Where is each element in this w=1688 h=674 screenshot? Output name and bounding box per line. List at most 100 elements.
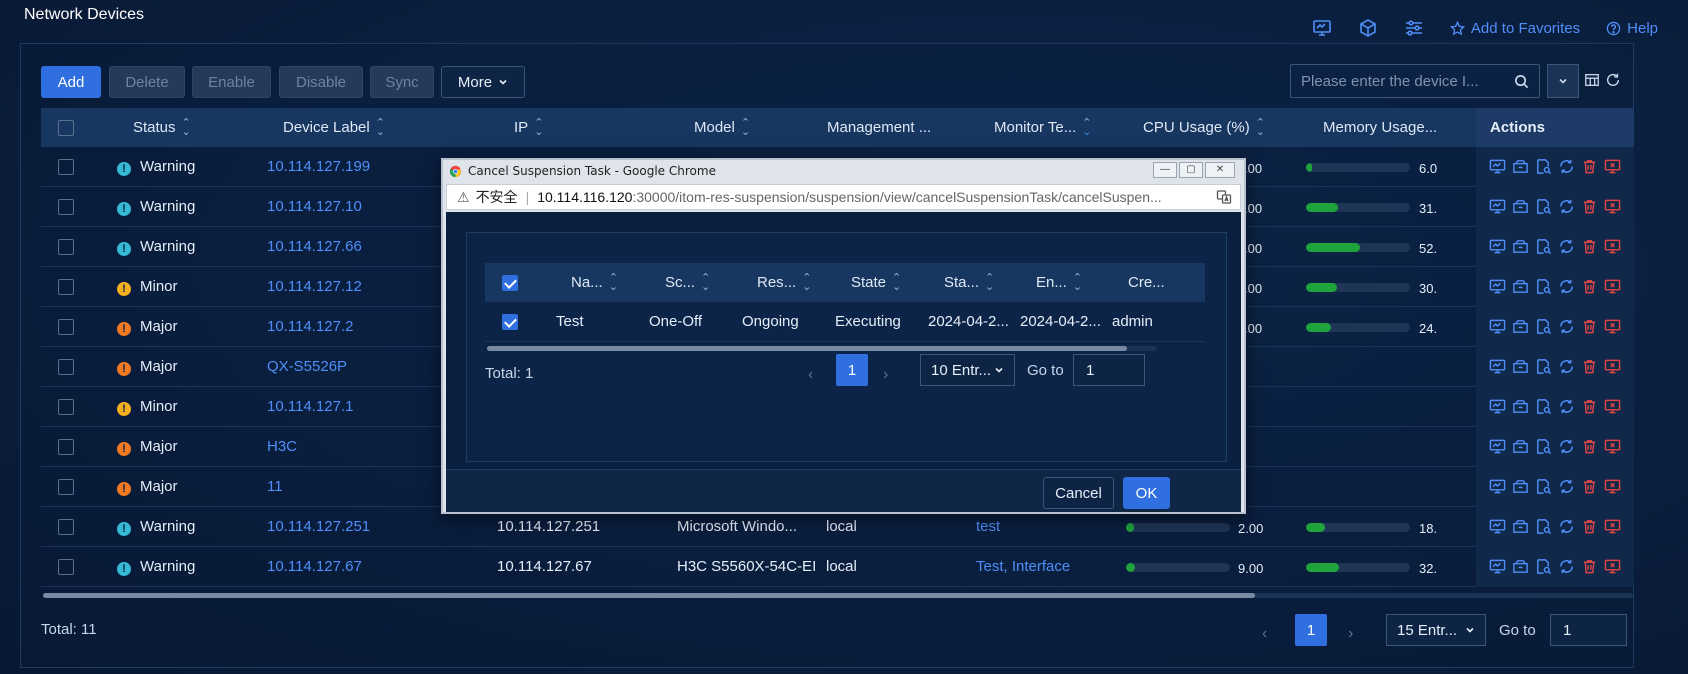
prev-page-icon[interactable]: ‹ xyxy=(808,366,813,384)
inspect-icon[interactable] xyxy=(1535,318,1553,336)
column-start[interactable]: Sta... ⌃ ⌄ xyxy=(944,263,994,302)
page-number-current[interactable]: 1 xyxy=(1295,614,1327,646)
suspend-monitor-icon[interactable] xyxy=(1604,358,1622,376)
search-input[interactable] xyxy=(1301,72,1501,90)
device-label-link[interactable]: 10.114.127.67 xyxy=(267,547,362,587)
suspend-monitor-icon[interactable] xyxy=(1604,398,1622,416)
add-to-favorites-link[interactable]: Add to Favorites xyxy=(1449,20,1580,37)
maximize-button[interactable]: ▢ xyxy=(1179,162,1203,178)
dashboard-icon[interactable] xyxy=(1489,238,1507,256)
delete-icon[interactable] xyxy=(1581,558,1599,576)
delete-icon[interactable] xyxy=(1581,278,1599,296)
column-monitor[interactable]: Monitor Te... ⌃ ⌄ xyxy=(994,108,1091,147)
sync-button[interactable]: Sync xyxy=(370,66,434,98)
inspect-icon[interactable] xyxy=(1535,478,1553,496)
goto-page-input[interactable]: 1 xyxy=(1550,614,1627,646)
device-label-link[interactable]: 10.114.127.2 xyxy=(267,307,353,347)
address-bar[interactable]: ⚠ 不安全 | 10.114.116.120:30000/itom-res-su… xyxy=(446,184,1241,210)
search-options-dropdown[interactable] xyxy=(1547,64,1579,98)
sync-icon[interactable] xyxy=(1558,238,1576,256)
row-checkbox[interactable] xyxy=(58,239,74,255)
device-label-link[interactable]: H3C xyxy=(267,427,297,467)
column-ip[interactable]: IP ⌃ ⌄ xyxy=(514,108,543,147)
inspect-icon[interactable] xyxy=(1535,158,1553,176)
more-button[interactable]: More xyxy=(441,66,525,98)
device-label-link[interactable]: 10.114.127.66 xyxy=(267,227,362,267)
dashboard-icon[interactable] xyxy=(1489,438,1507,456)
dashboard-icon[interactable] xyxy=(1489,518,1507,536)
sync-icon[interactable] xyxy=(1558,438,1576,456)
dashboard-icon[interactable] xyxy=(1489,558,1507,576)
sync-icon[interactable] xyxy=(1558,398,1576,416)
device-label-link[interactable]: QX-S5526P xyxy=(267,347,347,387)
dashboard-icon[interactable] xyxy=(1489,478,1507,496)
column-end[interactable]: En... ⌃ ⌄ xyxy=(1036,263,1082,302)
sync-icon[interactable] xyxy=(1558,518,1576,536)
inspect-icon[interactable] xyxy=(1535,398,1553,416)
filter-settings-icon[interactable] xyxy=(1404,18,1424,38)
disable-button[interactable]: Disable xyxy=(279,66,363,98)
table-scrollbar-thumb[interactable] xyxy=(43,593,1255,598)
delete-icon[interactable] xyxy=(1581,358,1599,376)
inspect-icon[interactable] xyxy=(1535,238,1553,256)
select-all-tasks-checkbox[interactable] xyxy=(502,275,518,291)
monitor-template-link[interactable]: Test, Interface xyxy=(976,547,1070,587)
sync-icon[interactable] xyxy=(1558,558,1576,576)
row-checkbox[interactable] xyxy=(58,359,74,375)
select-all-checkbox[interactable] xyxy=(58,120,74,136)
device-label-link[interactable]: 10.114.127.251 xyxy=(267,507,370,547)
device-label-link[interactable]: 10.114.127.10 xyxy=(267,187,362,227)
row-checkbox[interactable] xyxy=(58,319,74,335)
row-checkbox[interactable] xyxy=(58,159,74,175)
column-memory-usage[interactable]: Memory Usage... xyxy=(1323,108,1437,147)
delete-icon[interactable] xyxy=(1581,158,1599,176)
task-row-checkbox[interactable] xyxy=(502,314,518,330)
page-size-select[interactable]: 15 Entr... xyxy=(1386,614,1486,646)
delete-icon[interactable] xyxy=(1581,198,1599,216)
sync-icon[interactable] xyxy=(1558,278,1576,296)
suspend-monitor-icon[interactable] xyxy=(1604,318,1622,336)
dashboard-icon[interactable] xyxy=(1489,198,1507,216)
add-button[interactable]: Add xyxy=(41,66,101,98)
row-checkbox[interactable] xyxy=(58,199,74,215)
dashboard-icon[interactable] xyxy=(1489,318,1507,336)
inspect-icon[interactable] xyxy=(1535,558,1553,576)
dashboard-icon[interactable] xyxy=(1489,278,1507,296)
minimize-button[interactable]: — xyxy=(1153,162,1177,178)
inventory-icon[interactable] xyxy=(1512,358,1530,376)
dashboard-icon[interactable] xyxy=(1489,158,1507,176)
close-window-button[interactable]: ✕ xyxy=(1205,162,1235,178)
device-label-link[interactable]: 10.114.127.1 xyxy=(267,387,353,427)
inventory-icon[interactable] xyxy=(1512,478,1530,496)
next-page-icon[interactable]: › xyxy=(883,366,888,384)
delete-icon[interactable] xyxy=(1581,238,1599,256)
sync-icon[interactable] xyxy=(1558,158,1576,176)
column-state[interactable]: State ⌃ ⌄ xyxy=(851,263,901,302)
next-page-icon[interactable]: › xyxy=(1348,625,1353,643)
dashboard-icon[interactable] xyxy=(1489,358,1507,376)
delete-icon[interactable] xyxy=(1581,438,1599,456)
inventory-icon[interactable] xyxy=(1512,318,1530,336)
row-checkbox[interactable] xyxy=(58,439,74,455)
inspect-icon[interactable] xyxy=(1535,358,1553,376)
row-checkbox[interactable] xyxy=(58,519,74,535)
device-label-link[interactable]: 11 xyxy=(267,467,283,507)
inventory-icon[interactable] xyxy=(1512,558,1530,576)
inventory-icon[interactable] xyxy=(1512,398,1530,416)
task-name-link[interactable]: Test xyxy=(556,302,584,341)
sync-icon[interactable] xyxy=(1558,478,1576,496)
inspect-icon[interactable] xyxy=(1535,278,1553,296)
prev-page-icon[interactable]: ‹ xyxy=(1262,625,1267,643)
inspect-icon[interactable] xyxy=(1535,438,1553,456)
delete-button[interactable]: Delete xyxy=(109,66,185,98)
inventory-icon[interactable] xyxy=(1512,158,1530,176)
enable-button[interactable]: Enable xyxy=(192,66,271,98)
delete-icon[interactable] xyxy=(1581,478,1599,496)
inspect-icon[interactable] xyxy=(1535,518,1553,536)
suspend-monitor-icon[interactable] xyxy=(1604,198,1622,216)
row-checkbox[interactable] xyxy=(58,279,74,295)
suspend-monitor-icon[interactable] xyxy=(1604,518,1622,536)
delete-icon[interactable] xyxy=(1581,398,1599,416)
task-goto-input[interactable]: 1 xyxy=(1073,354,1145,386)
column-result[interactable]: Res... ⌃ ⌄ xyxy=(757,263,811,302)
